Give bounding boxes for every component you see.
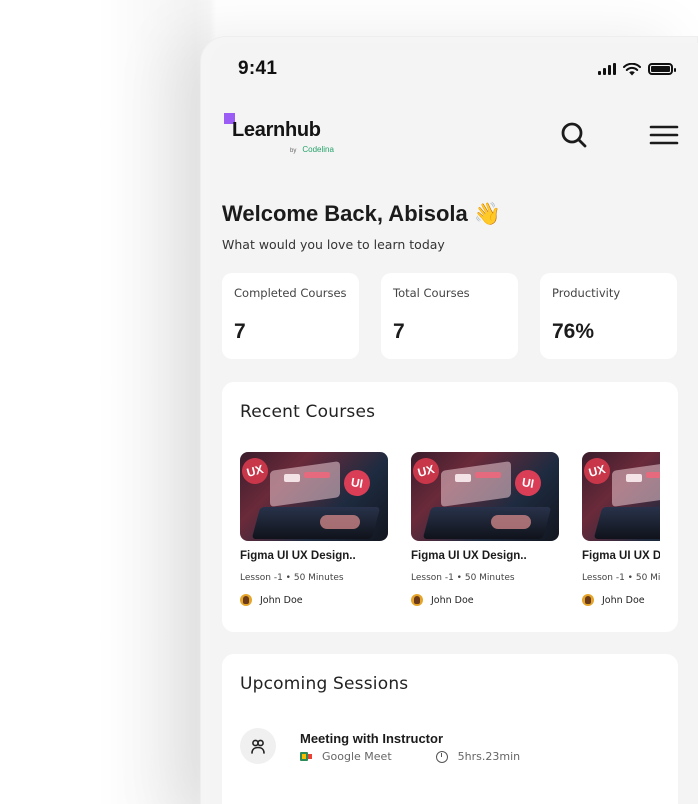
course-author: John Doe (240, 594, 388, 606)
status-time: 9:41 (238, 58, 278, 79)
logo-text: Learnhub (232, 119, 321, 141)
ui-badge: UI (341, 467, 373, 499)
stat-productivity[interactable]: Productivity 76% (540, 273, 677, 359)
session-duration: 5hrs.23min (435, 750, 521, 763)
course-title: Figma UI UX Design.. (411, 550, 527, 562)
author-avatar (411, 594, 423, 606)
course-carousel[interactable]: UX UI Figma UI UX Design.. Lesson -1 • 5… (240, 452, 660, 622)
status-icons (598, 62, 676, 76)
app-header: Learnhub by Codelina (222, 113, 687, 163)
author-avatar (582, 594, 594, 606)
course-thumbnail: UX UI (411, 452, 559, 541)
hamburger-menu-icon (649, 125, 679, 145)
author-name: John Doe (260, 594, 303, 606)
ux-badge: UX (240, 455, 271, 487)
menu-button[interactable] (646, 117, 682, 153)
stat-value: 7 (234, 320, 246, 343)
stat-label: Productivity (552, 286, 621, 300)
wifi-icon (623, 62, 641, 75)
page-backdrop: 9:41 Learnhub by Codelina Welcome Back, … (0, 0, 698, 804)
stat-completed-courses[interactable]: Completed Courses 7 (222, 273, 359, 359)
session-meta: Google Meet 5hrs.23min (300, 750, 520, 763)
learnhub-logo[interactable]: Learnhub by Codelina (224, 113, 364, 163)
course-title: Figma UI UX Design.. (240, 550, 356, 562)
logo-subtitle: by Codelina (290, 145, 334, 154)
upcoming-sessions-card: Upcoming Sessions Meeting with Instructo… (222, 654, 678, 804)
stat-label: Completed Courses (234, 286, 347, 300)
course-card[interactable]: UX UI Figma UI UX Design.. Lesson -1 • 5… (240, 452, 388, 606)
course-title: Figma UI UX Design.. (582, 550, 660, 562)
stat-label: Total Courses (393, 286, 470, 300)
cellular-signal-icon (598, 63, 616, 75)
course-thumbnail: UX UI (582, 452, 660, 541)
waving-hand-icon: 👋 (473, 201, 502, 226)
stats-row: Completed Courses 7 Total Courses 7 Prod… (222, 273, 677, 359)
recent-courses-title: Recent Courses (240, 402, 376, 422)
status-bar: 9:41 (238, 57, 676, 81)
stat-total-courses[interactable]: Total Courses 7 (381, 273, 518, 359)
upcoming-sessions-title: Upcoming Sessions (240, 674, 409, 694)
phone-frame: 9:41 Learnhub by Codelina Welcome Back, … (200, 36, 698, 804)
course-meta: Lesson -1 • 50 Minutes (582, 573, 660, 583)
session-details: Meeting with Instructor Google Meet 5hrs… (300, 728, 520, 763)
session-item[interactable]: Meeting with Instructor Google Meet 5hrs… (240, 728, 520, 764)
people-icon (251, 739, 265, 754)
welcome-heading: Welcome Back, Abisola 👋 (222, 201, 501, 227)
author-name: John Doe (602, 594, 645, 606)
session-icon-button[interactable] (240, 728, 276, 764)
author-avatar (240, 594, 252, 606)
ux-badge: UX (582, 455, 613, 487)
clock-icon (435, 750, 448, 763)
search-button[interactable] (556, 117, 592, 153)
ux-badge: UX (411, 455, 442, 487)
session-title: Meeting with Instructor (300, 731, 443, 746)
course-thumbnail: UX UI (240, 452, 388, 541)
welcome-subtitle: What would you love to learn today (222, 237, 445, 252)
welcome-title: Welcome Back, Abisola (222, 201, 468, 226)
course-author: John Doe (411, 594, 559, 606)
ui-badge: UI (512, 467, 544, 499)
google-meet-icon (300, 752, 312, 761)
course-meta: Lesson -1 • 50 Minutes (411, 573, 515, 583)
stat-value: 7 (393, 320, 405, 343)
course-meta: Lesson -1 • 50 Minutes (240, 573, 344, 583)
session-duration-text: 5hrs.23min (457, 750, 521, 763)
battery-icon (648, 63, 676, 75)
course-card[interactable]: UX UI Figma UI UX Design.. Lesson -1 • 5… (582, 452, 660, 606)
session-platform: Google Meet (322, 750, 392, 763)
logo-by: by (290, 148, 297, 154)
course-author: John Doe (582, 594, 660, 606)
stat-value: 76% (552, 320, 595, 343)
author-name: John Doe (431, 594, 474, 606)
course-card[interactable]: UX UI Figma UI UX Design.. Lesson -1 • 5… (411, 452, 559, 606)
recent-courses-card: Recent Courses UX UI Figma UI UX Design.… (222, 382, 678, 632)
logo-brand: Codelina (302, 145, 334, 154)
app-screen: 9:41 Learnhub by Codelina Welcome Back, … (210, 43, 698, 804)
search-icon (561, 122, 587, 148)
